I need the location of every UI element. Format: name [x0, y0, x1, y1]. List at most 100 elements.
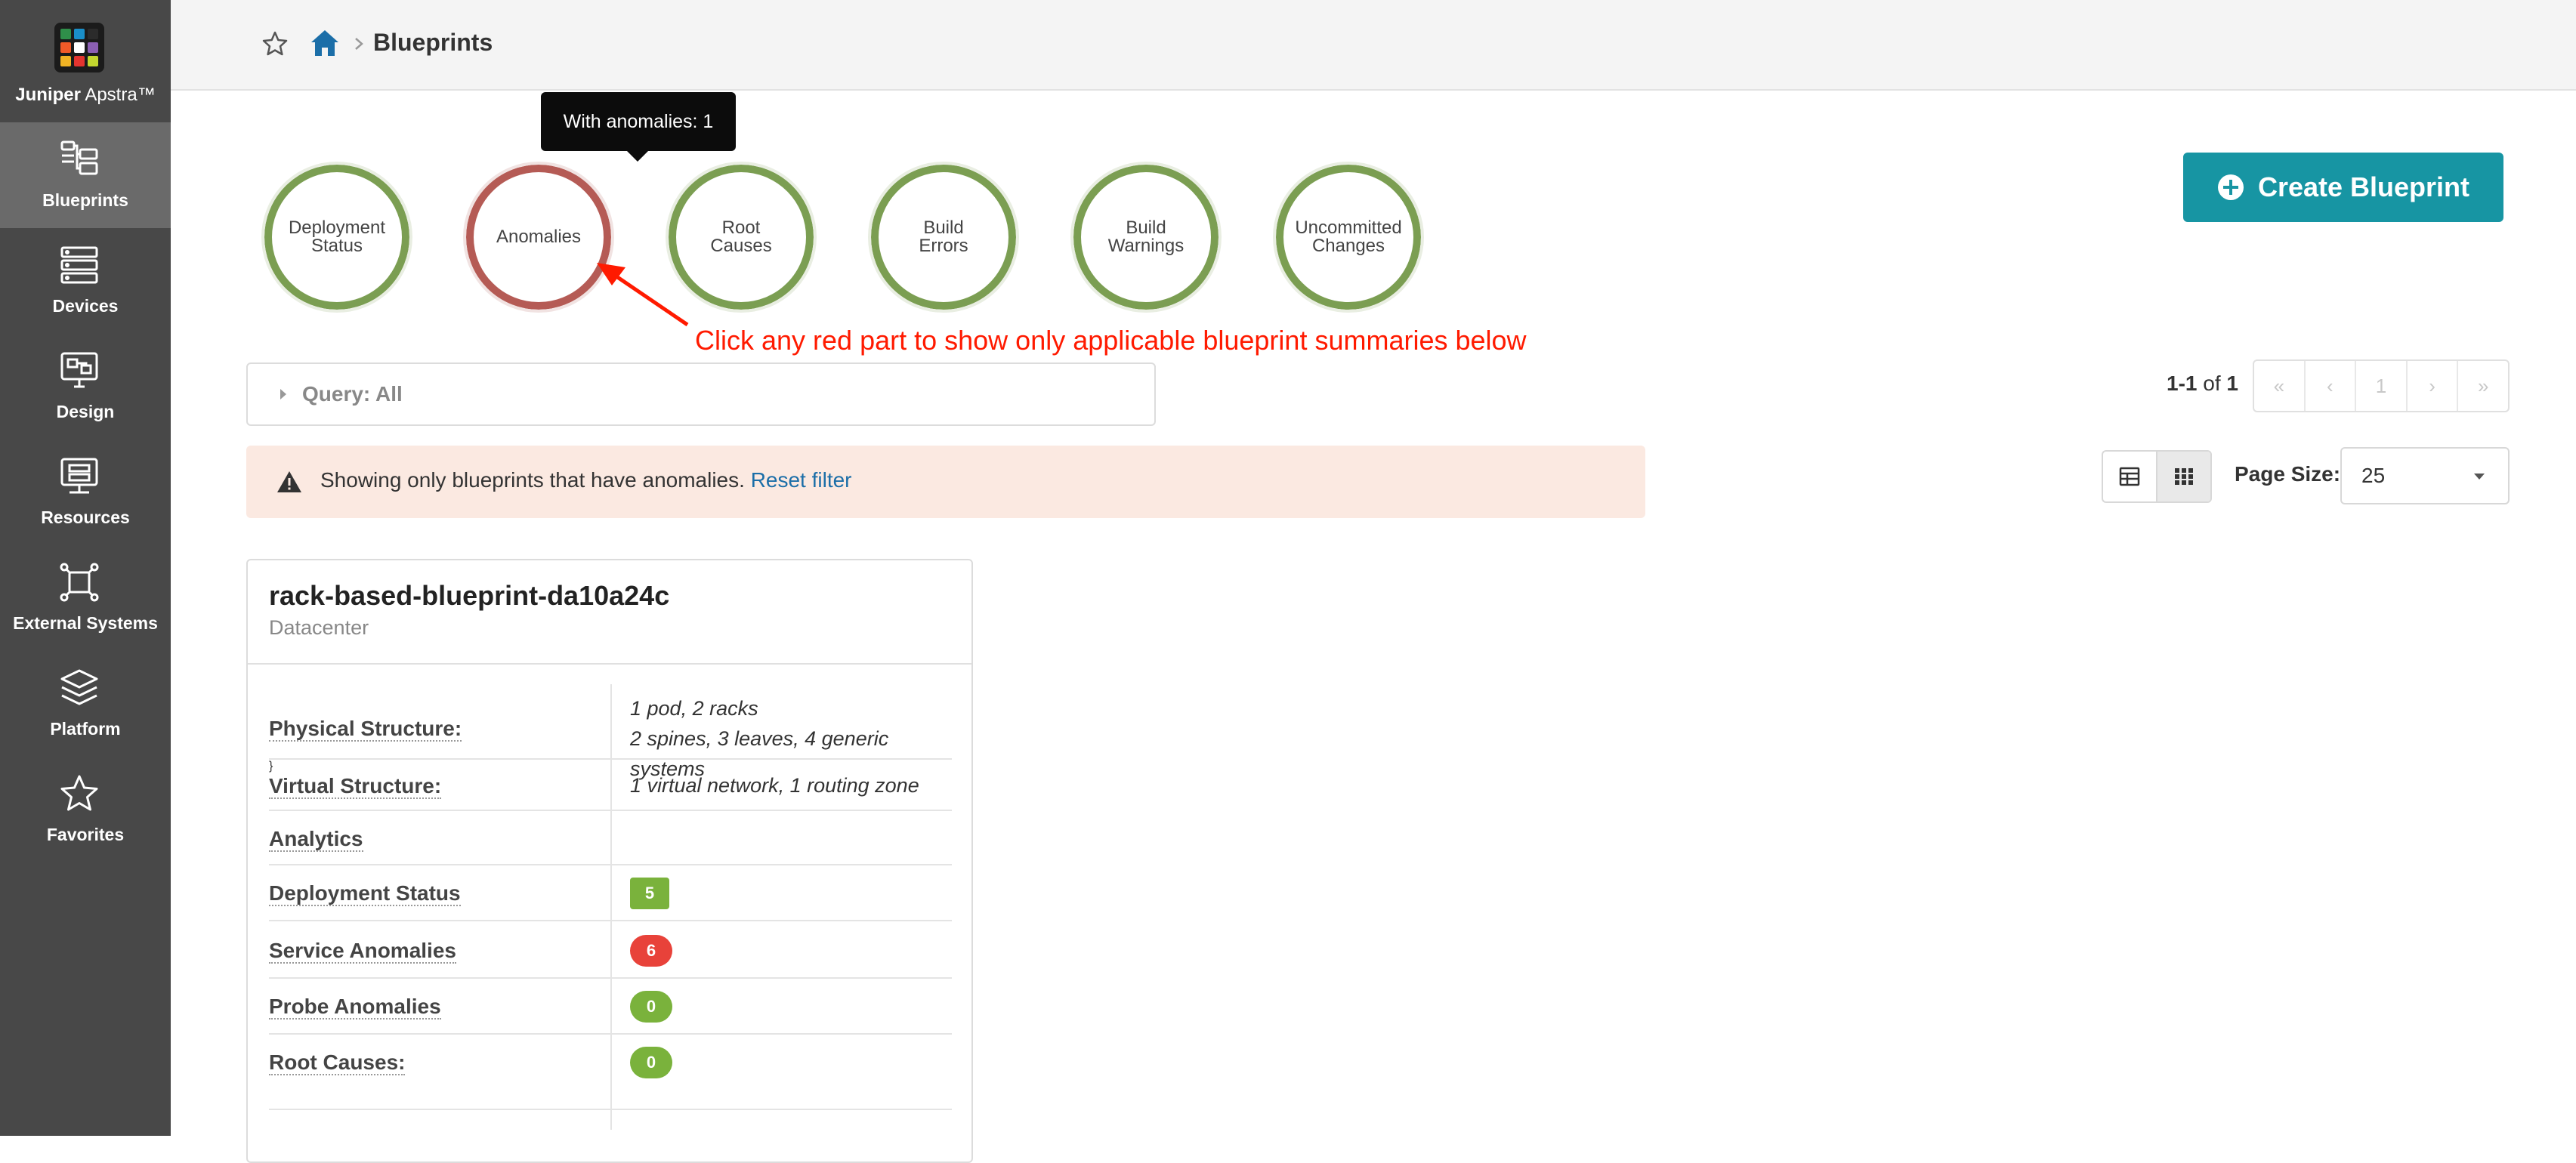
favorite-star-icon[interactable]	[261, 30, 289, 57]
design-icon	[60, 352, 98, 388]
external-systems-icon	[60, 563, 99, 602]
home-icon[interactable]	[310, 29, 340, 57]
brand-name: Juniper Apstra™	[15, 85, 156, 105]
create-blueprint-button[interactable]: Create Blueprint	[2183, 153, 2503, 222]
sidebar-item-resources[interactable]: Resources	[0, 440, 171, 545]
grid-icon	[2175, 468, 2193, 485]
row-analytics: Analytics	[269, 811, 952, 865]
summary-uncommitted-changes[interactable]: Uncommitted Changes	[1273, 162, 1424, 313]
favorites-icon	[60, 775, 98, 811]
service-anomalies-label[interactable]: Service Anomalies	[269, 939, 456, 964]
view-mode-toggle	[2102, 450, 2212, 503]
pagination-of: of	[2203, 372, 2221, 395]
row-root-causes: Root Causes: 0	[269, 1035, 952, 1110]
circle-label: Anomalies	[496, 227, 582, 247]
alert-message: Showing only blueprints that have anomal…	[320, 468, 745, 492]
root-causes-badge[interactable]: 0	[630, 1047, 672, 1078]
sidebar-item-blueprints[interactable]: Blueprints	[0, 122, 171, 228]
circle-label: Build	[1126, 217, 1166, 238]
virtual-structure-label[interactable]: Virtual Structure:	[269, 775, 442, 799]
circle-label: Changes	[1311, 236, 1385, 256]
sidebar-item-label: Devices	[52, 296, 119, 316]
first-page-button[interactable]: «	[2254, 361, 2306, 411]
physical-line-1: 1 pod, 2 racks	[630, 697, 758, 720]
sidebar-item-external-systems[interactable]: External Systems	[0, 545, 171, 651]
circle-label: Status	[310, 236, 363, 256]
breadcrumb-chevron-icon	[355, 38, 363, 50]
card-view-button[interactable]	[2156, 452, 2210, 501]
row-probe-anomalies: Probe Anomalies 0	[269, 979, 952, 1035]
summary-build-errors[interactable]: Build Errors	[868, 162, 1019, 313]
next-page-button[interactable]: ›	[2408, 361, 2459, 411]
juniper-logo-icon	[54, 23, 104, 72]
probe-anomalies-badge[interactable]: 0	[630, 991, 672, 1023]
query-label: Query: All	[302, 382, 403, 406]
blueprint-type: Datacenter	[269, 616, 369, 639]
page-size-select[interactable]: 25	[2340, 447, 2510, 504]
devices-icon	[60, 246, 98, 284]
probe-anomalies-label[interactable]: Probe Anomalies	[269, 995, 441, 1020]
brand[interactable]: Juniper Apstra™	[0, 0, 171, 121]
circle-label: Build	[923, 217, 964, 238]
root-causes-label[interactable]: Root Causes:	[269, 1051, 406, 1075]
page-size-value: 25	[2361, 464, 2386, 487]
annotation-arrow-icon	[597, 263, 689, 327]
circle-label: Deployment	[288, 217, 386, 238]
circle-label: Causes	[710, 236, 772, 256]
sidebar-item-design[interactable]: Design	[0, 334, 171, 440]
deployment-status-label[interactable]: Deployment Status	[269, 882, 461, 906]
prev-page-button[interactable]: ‹	[2306, 361, 2357, 411]
resources-icon	[60, 458, 98, 494]
page-1-button[interactable]: 1	[2356, 361, 2408, 411]
row-virtual-structure: Virtual Structure: 1 virtual network, 1 …	[269, 760, 952, 811]
table-view-button[interactable]	[2103, 452, 2156, 501]
sidebar-item-devices[interactable]: Devices	[0, 228, 171, 334]
sidebar-item-label: Platform	[50, 719, 121, 739]
sidebar-item-label: Blueprints	[42, 190, 128, 210]
pagination-total: 1	[2226, 372, 2238, 395]
summary-build-warnings[interactable]: Build Warnings	[1070, 162, 1222, 313]
sidebar-item-platform[interactable]: Platform	[0, 651, 171, 757]
row-physical-structure: Physical Structure: 1 pod, 2 racks 2 spi…	[269, 684, 952, 780]
summary-deployment-status[interactable]: Deployment Status	[261, 162, 412, 313]
row-service-anomalies: Service Anomalies 6	[269, 921, 952, 979]
service-anomalies-badge[interactable]: 6	[630, 935, 672, 967]
alert-text: Showing only blueprints that have anomal…	[320, 468, 852, 492]
physical-structure-label[interactable]: Physical Structure:	[269, 717, 462, 742]
sidebar-item-label: Resources	[41, 507, 130, 527]
warning-icon	[277, 471, 301, 492]
blueprints-icon	[60, 140, 98, 175]
query-toggle[interactable]: Query: All	[246, 362, 1156, 426]
circle-label: Warnings	[1107, 236, 1185, 256]
anomalies-tooltip: With anomalies: 1	[541, 92, 736, 162]
create-blueprint-label: Create Blueprint	[2257, 171, 2470, 202]
deployment-status-badge[interactable]: 5	[630, 878, 669, 909]
blueprint-card: rack-based-blueprint-da10a24c Datacenter…	[246, 559, 973, 1163]
card-divider	[248, 663, 971, 665]
annotation-text: Click any red part to show only applicab…	[695, 325, 1527, 356]
last-page-button[interactable]: »	[2458, 361, 2508, 411]
virtual-structure-value: 1 virtual network, 1 routing zone	[630, 774, 919, 797]
pagination-controls: « ‹ 1 › »	[2253, 359, 2510, 412]
circle-label: Errors	[919, 236, 968, 256]
caret-down-icon	[2474, 474, 2485, 480]
row-deployment-status: Deployment Status 5	[269, 865, 952, 921]
platform-icon	[60, 669, 98, 705]
blueprint-name-link[interactable]: rack-based-blueprint-da10a24c	[269, 580, 669, 612]
page-size-label: Page Size:	[2235, 462, 2341, 486]
sidebar-item-favorites[interactable]: Favorites	[0, 757, 171, 862]
sidebar: Juniper Apstra™ Blueprints Devices Desig…	[0, 0, 171, 1136]
breadcrumb-current: Blueprints	[373, 29, 493, 56]
caret-right-icon	[280, 389, 286, 399]
circle-label: Uncommitted	[1295, 217, 1402, 238]
filter-alert: Showing only blueprints that have anomal…	[246, 446, 1645, 518]
sidebar-item-label: External Systems	[13, 613, 158, 633]
table-icon	[2119, 467, 2140, 486]
top-header: Blueprints	[171, 0, 2576, 91]
pagination-range: 1-1	[2167, 372, 2198, 395]
sidebar-item-label: Design	[56, 402, 115, 421]
reset-filter-link[interactable]: Reset filter	[751, 468, 852, 492]
sidebar-item-label: Favorites	[46, 825, 125, 844]
pagination-info: 1-1 of 1	[2167, 372, 2238, 396]
analytics-label[interactable]: Analytics	[269, 828, 363, 852]
